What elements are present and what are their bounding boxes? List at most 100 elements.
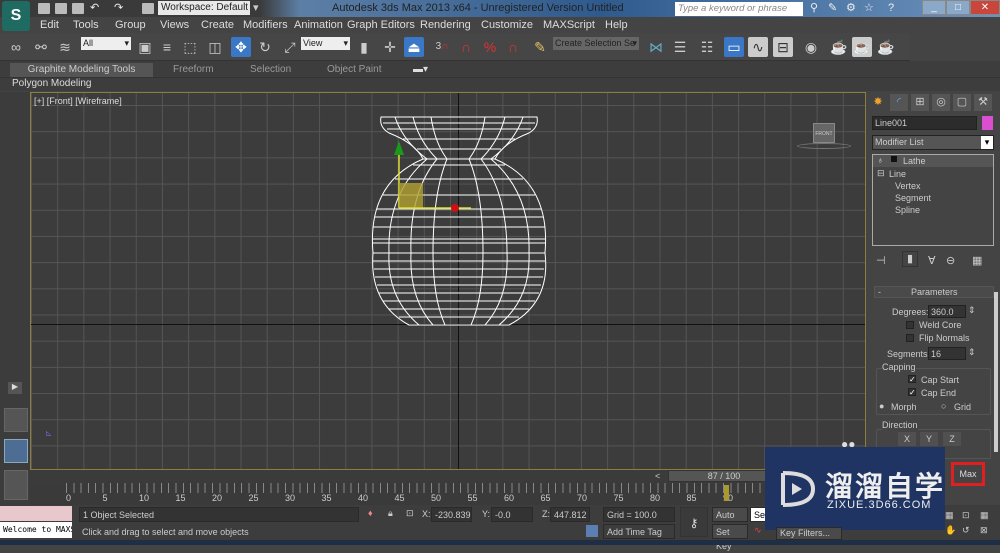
segments-spinner[interactable]: ⇕: [968, 347, 976, 358]
create-tab-icon[interactable]: ✸: [869, 94, 887, 111]
pivot-center-icon[interactable]: ▮: [354, 37, 374, 57]
tab-object-paint[interactable]: Object Paint: [327, 63, 381, 77]
front-viewport[interactable]: [+] [Front] [Wireframe] FRONT ⊾ ●●: [30, 92, 866, 470]
viewport-grid-icon[interactable]: [4, 470, 28, 500]
tab-graphite-modeling-tools[interactable]: Graphite Modeling Tools: [10, 63, 153, 77]
select-by-name-icon[interactable]: ≡: [157, 37, 177, 57]
tab-freeform[interactable]: Freeform: [173, 63, 214, 77]
search-input[interactable]: Type a keyword or phrase: [675, 2, 803, 16]
menu-group[interactable]: Group: [115, 19, 146, 31]
display-tab-icon[interactable]: ▢: [953, 94, 971, 111]
segments-input[interactable]: 16: [928, 347, 966, 360]
redo-icon[interactable]: ↷: [114, 3, 126, 14]
expand-arrow-icon[interactable]: ▶: [8, 382, 22, 394]
stack-item-vertex[interactable]: Vertex: [895, 181, 921, 191]
menu-animation[interactable]: Animation: [294, 19, 343, 31]
zoom-all-icon[interactable]: ▦: [980, 510, 989, 521]
select-move-icon[interactable]: ✥: [231, 37, 251, 57]
menu-create[interactable]: Create: [201, 19, 234, 31]
motion-tab-icon[interactable]: ◎: [932, 94, 950, 111]
set-key-mode-icon[interactable]: ⚷: [680, 507, 708, 537]
flip-normals-checkbox[interactable]: [906, 334, 914, 342]
unlink-icon[interactable]: ⚯: [31, 37, 51, 57]
frame-ruler[interactable]: 051015202530354045505560657075808590: [30, 483, 866, 505]
pin-stack-icon[interactable]: ⊣: [876, 254, 886, 267]
maxscript-listener[interactable]: Welcome to MAXS: [0, 522, 72, 538]
window-crossing-icon[interactable]: ◫: [205, 37, 225, 57]
angle-snap-icon[interactable]: ∩: [456, 37, 476, 57]
direction-y-button[interactable]: Y: [920, 432, 938, 446]
utilities-tab-icon[interactable]: ⚒: [974, 94, 992, 111]
stack-item-lathe[interactable]: ♁ Lathe: [873, 155, 993, 167]
tab-selection[interactable]: Selection: [250, 63, 291, 77]
rendered-frame-icon[interactable]: ☕: [852, 37, 872, 57]
binoculars-icon[interactable]: ⚲: [810, 3, 822, 14]
percent-snap-icon[interactable]: %: [480, 37, 500, 57]
select-scale-icon[interactable]: ⤢: [280, 37, 300, 57]
time-slider[interactable]: <87 / 100>: [655, 470, 791, 482]
prev-frame-icon[interactable]: <: [655, 471, 660, 482]
x-coordinate-input[interactable]: -230.839: [431, 507, 472, 522]
zoom-extents-icon[interactable]: ▦: [945, 510, 954, 521]
edit-named-selection-icon[interactable]: ✎: [530, 37, 550, 57]
polygon-modeling-panel[interactable]: Polygon Modeling: [0, 78, 1000, 91]
zoom-extents-all-icon[interactable]: ⊡: [962, 510, 970, 521]
max-button[interactable]: Max: [951, 462, 985, 486]
lock-selection-icon[interactable]: 🔒︎: [388, 508, 393, 519]
grid-radio[interactable]: ○: [941, 401, 946, 411]
selection-filter-dropdown[interactable]: All: [81, 37, 131, 50]
menu-views[interactable]: Views: [160, 19, 189, 31]
object-color-swatch[interactable]: [982, 116, 993, 130]
viewport-single-icon[interactable]: [4, 439, 28, 463]
vase-wireframe[interactable]: [31, 93, 866, 470]
curve-editor-icon[interactable]: ∿: [748, 37, 768, 57]
cap-start-checkbox[interactable]: ✓: [908, 375, 916, 384]
pan-hand-icon[interactable]: ✋: [945, 525, 956, 536]
object-name-input[interactable]: Line001: [872, 116, 977, 130]
degrees-input[interactable]: 360.0: [928, 305, 966, 318]
snaps-toggle-icon[interactable]: 3∩: [432, 37, 452, 57]
auto-key-button[interactable]: Auto Key: [712, 507, 748, 534]
named-selection-dropdown[interactable]: Create Selection Se: [553, 37, 639, 50]
absolute-mode-icon[interactable]: ⊡: [406, 508, 414, 519]
show-end-result-icon[interactable]: ▮: [902, 251, 918, 267]
direction-z-button[interactable]: Z: [943, 432, 961, 446]
menu-graph-editors[interactable]: Graph Editors: [347, 19, 415, 31]
material-editor-icon[interactable]: ◉: [801, 37, 821, 57]
z-coordinate-input[interactable]: 447.812: [550, 507, 590, 522]
link-icon[interactable]: ∞: [6, 37, 26, 57]
direction-x-button[interactable]: X: [898, 432, 916, 446]
reference-coord-dropdown[interactable]: View: [301, 37, 350, 50]
layer-manager-icon[interactable]: ☷: [697, 37, 717, 57]
app-logo[interactable]: S: [2, 1, 30, 31]
open-file-icon[interactable]: [55, 3, 67, 14]
key-filters-button[interactable]: Key Filters...: [776, 527, 842, 540]
chevron-down-icon[interactable]: ▾: [253, 3, 265, 14]
render-setup-icon[interactable]: ☕: [829, 37, 849, 57]
maximize-viewport-icon[interactable]: ⊠: [980, 525, 988, 536]
menu-modifiers[interactable]: Modifiers: [243, 19, 288, 31]
graphite-toggle-icon[interactable]: ▭: [724, 37, 744, 57]
modifier-list-dropdown[interactable]: Modifier List ▾: [872, 135, 994, 150]
lightbulb-icon[interactable]: ♁: [877, 155, 884, 165]
configure-sets-icon[interactable]: ▦: [972, 254, 982, 267]
modify-tab-icon[interactable]: ◜: [890, 94, 908, 111]
rect-selection-icon[interactable]: ⬚: [180, 37, 200, 57]
workspace-dropdown[interactable]: Workspace: Default: [158, 1, 250, 15]
menu-help[interactable]: Help: [605, 19, 628, 31]
remove-modifier-icon[interactable]: ⊖: [946, 254, 955, 267]
panel-scrollbar[interactable]: [994, 292, 998, 452]
wrench-icon[interactable]: ✎: [828, 3, 840, 14]
menu-customize[interactable]: Customize: [481, 19, 533, 31]
parameters-rollout-header[interactable]: - Parameters: [874, 286, 994, 298]
menu-maxscript[interactable]: MAXScript: [543, 19, 595, 31]
help-icon[interactable]: ?: [888, 3, 900, 14]
viewport-layout-icon[interactable]: [4, 408, 28, 432]
time-tag-icon[interactable]: [586, 525, 598, 537]
degrees-spinner[interactable]: ⇕: [968, 305, 976, 316]
spinner-snap-icon[interactable]: ∩: [503, 37, 523, 57]
keyboard-shortcut-override-icon[interactable]: ⏏: [404, 37, 424, 57]
maxscript-listener-top[interactable]: [0, 506, 72, 521]
expand-icon[interactable]: ⊟: [877, 168, 885, 179]
orbit-icon[interactable]: ↺: [962, 525, 970, 536]
